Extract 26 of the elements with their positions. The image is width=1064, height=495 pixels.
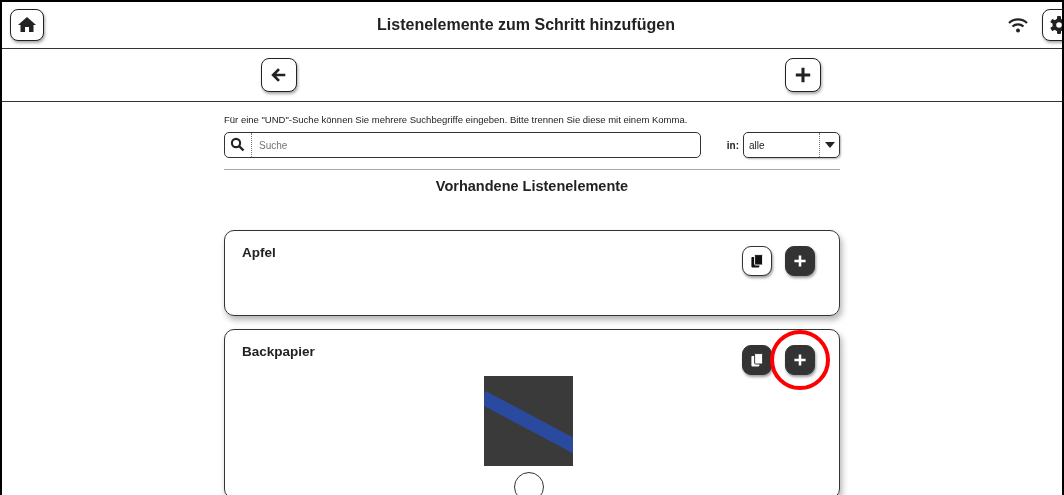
wifi-icon xyxy=(1008,17,1028,33)
caret-icon xyxy=(824,142,835,148)
audio-button[interactable] xyxy=(513,472,544,495)
copy-icon xyxy=(749,253,765,269)
search-icon xyxy=(230,137,245,152)
item-name: Apfel xyxy=(242,245,276,260)
plus-icon xyxy=(794,66,812,84)
scope-label: in: xyxy=(726,139,739,151)
plus-icon xyxy=(792,352,808,368)
section-title: Vorhandene Listenelemente xyxy=(434,178,630,194)
item-name: Backpapier xyxy=(242,344,315,359)
plus-icon xyxy=(792,253,808,269)
copy-button[interactable] xyxy=(742,345,772,375)
copy-icon xyxy=(749,352,765,368)
arrow-left-icon xyxy=(270,66,288,84)
home-icon xyxy=(17,15,37,35)
scope-dropdown[interactable]: alle xyxy=(743,132,840,158)
add-button[interactable] xyxy=(785,58,821,92)
search-field[interactable]: Suche xyxy=(224,132,701,158)
copy-button[interactable] xyxy=(742,246,772,276)
add-item-button[interactable] xyxy=(785,246,815,276)
add-item-button[interactable] xyxy=(785,345,815,375)
page-title: Listenelemente zum Schritt hinzufügen xyxy=(376,16,676,34)
back-button[interactable] xyxy=(261,58,297,92)
search-hint: Für eine "UND"-Suche können Sie mehrere Suchbegriffe eingeben. Bitte trennen Sie diese mit einem Komma. xyxy=(224,114,689,125)
home-button[interactable] xyxy=(10,9,44,41)
